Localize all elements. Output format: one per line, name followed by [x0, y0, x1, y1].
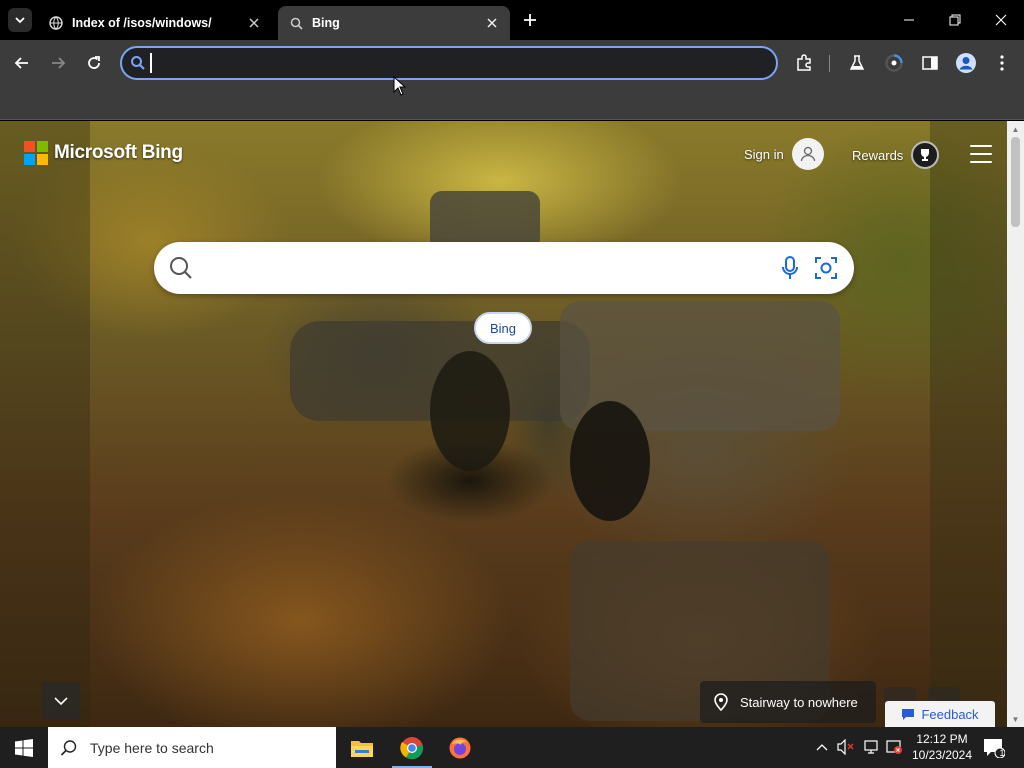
- hamburger-menu-icon[interactable]: [970, 145, 992, 163]
- forward-button[interactable]: [46, 51, 70, 75]
- plus-icon: [524, 14, 536, 26]
- chrome-icon: [400, 736, 424, 759]
- scroll-down-button[interactable]: [42, 682, 80, 720]
- close-window-button[interactable]: [978, 0, 1024, 40]
- taskbar-clock[interactable]: 12:12 PM 10/23/2024: [904, 731, 980, 763]
- user-avatar-icon: [791, 138, 824, 170]
- clock-date: 10/23/2024: [911, 748, 973, 762]
- tab-title: Bing: [312, 16, 340, 30]
- rewards-label: Rewards: [852, 147, 904, 163]
- circle-progress-icon: [885, 54, 903, 72]
- extension-status-button[interactable]: [882, 51, 906, 75]
- location-pin-icon: [714, 693, 728, 711]
- close-icon: [995, 14, 1007, 26]
- more-vertical-icon: [1000, 55, 1004, 71]
- sign-in-label: Sign in: [744, 146, 784, 162]
- chevron-down-icon: [15, 17, 25, 24]
- bing-logo[interactable]: Microsoft Bing: [24, 141, 183, 165]
- scrollbar-thumb[interactable]: [1011, 137, 1020, 227]
- chevron-down-icon: [54, 697, 68, 706]
- start-button[interactable]: [0, 727, 48, 768]
- close-tab-icon[interactable]: [484, 15, 500, 31]
- taskbar-search-placeholder: Type here to search: [90, 739, 214, 756]
- trophy-icon: [911, 141, 940, 169]
- taskbar-search-box[interactable]: Type here to search: [48, 727, 336, 768]
- text-caret: [150, 53, 152, 73]
- address-bar[interactable]: [120, 46, 778, 80]
- search-icon: [288, 15, 304, 31]
- feedback-label: Feedback: [921, 706, 979, 722]
- search-icon: [170, 257, 192, 279]
- restore-icon: [949, 14, 961, 26]
- side-panel-icon: [922, 56, 938, 70]
- search-icon: [131, 56, 145, 70]
- bookmark-bar: [0, 86, 1024, 120]
- firefox-icon: [449, 737, 471, 758]
- taskbar-file-explorer[interactable]: [338, 727, 386, 768]
- tray-overflow-chevron-icon[interactable]: [812, 737, 832, 757]
- labs-button[interactable]: [845, 51, 869, 75]
- image-info-button[interactable]: Stairway to nowhere: [700, 681, 876, 723]
- puzzle-icon: [797, 54, 811, 71]
- tab-strip: Index of /isos/windows/ Bing: [0, 0, 1024, 40]
- profile-button[interactable]: [954, 51, 978, 75]
- restore-button[interactable]: [932, 0, 978, 40]
- windows-logo-icon: [15, 738, 33, 757]
- tab-index-isos[interactable]: Index of /isos/windows/: [38, 6, 272, 40]
- minimize-icon: [904, 19, 914, 21]
- microsoft-logo-icon: [24, 141, 48, 165]
- arrow-right-icon: [52, 57, 66, 69]
- clock-time: 12:12 PM: [916, 732, 968, 746]
- tab-search-button[interactable]: [8, 8, 32, 32]
- scroll-down-arrow-icon[interactable]: ▼: [1011, 714, 1020, 724]
- bing-chip-button[interactable]: Bing: [474, 312, 533, 344]
- image-title: Stairway to nowhere: [740, 694, 858, 710]
- microphone-icon[interactable]: [776, 254, 804, 282]
- profile-icon: [956, 53, 976, 73]
- system-alert-icon[interactable]: [884, 737, 904, 757]
- feedback-button[interactable]: Feedback: [885, 701, 995, 727]
- network-icon[interactable]: [861, 737, 881, 757]
- notification-center-button[interactable]: 1: [980, 735, 1008, 761]
- reload-button[interactable]: [82, 51, 106, 75]
- address-input[interactable]: [160, 55, 760, 71]
- scroll-up-arrow-icon[interactable]: ▲: [1011, 124, 1020, 134]
- minimize-button[interactable]: [886, 0, 932, 40]
- taskbar-chrome[interactable]: [388, 727, 436, 768]
- bing-search-input[interactable]: [204, 259, 768, 277]
- notification-count: 1: [999, 748, 1005, 758]
- windows-taskbar: Type here to search 12:12 PM 10/23/2024 …: [0, 727, 1024, 768]
- new-tab-button[interactable]: [520, 10, 540, 30]
- visual-search-icon[interactable]: [812, 254, 840, 282]
- feedback-icon: [902, 709, 915, 720]
- rewards-button[interactable]: Rewards: [852, 141, 940, 169]
- sign-in-button[interactable]: Sign in: [744, 138, 824, 170]
- menu-button[interactable]: [990, 51, 1014, 75]
- background-image: [0, 121, 1007, 727]
- taskbar-firefox[interactable]: [436, 727, 484, 768]
- flask-icon: [849, 55, 865, 70]
- tab-title: Index of /isos/windows/: [72, 16, 212, 30]
- logo-text: Microsoft Bing: [54, 142, 183, 163]
- bing-search-box[interactable]: [154, 242, 854, 294]
- toolbar-divider: [829, 55, 830, 72]
- back-button[interactable]: [10, 51, 34, 75]
- side-panel-button[interactable]: [918, 51, 942, 75]
- folder-icon: [351, 740, 373, 757]
- arrow-left-icon: [14, 57, 28, 69]
- mouse-cursor-icon: [393, 76, 407, 96]
- reload-icon: [88, 56, 100, 69]
- volume-muted-icon[interactable]: [836, 737, 856, 757]
- bing-homepage: Microsoft Bing Sign in Rewards Bing Stai…: [0, 121, 1007, 727]
- extensions-button[interactable]: [792, 51, 816, 75]
- tab-bing[interactable]: Bing: [278, 6, 510, 40]
- page-scrollbar[interactable]: ▲ ▼: [1007, 121, 1024, 727]
- search-icon: [60, 739, 77, 756]
- globe-icon: [48, 15, 64, 31]
- close-tab-icon[interactable]: [246, 15, 262, 31]
